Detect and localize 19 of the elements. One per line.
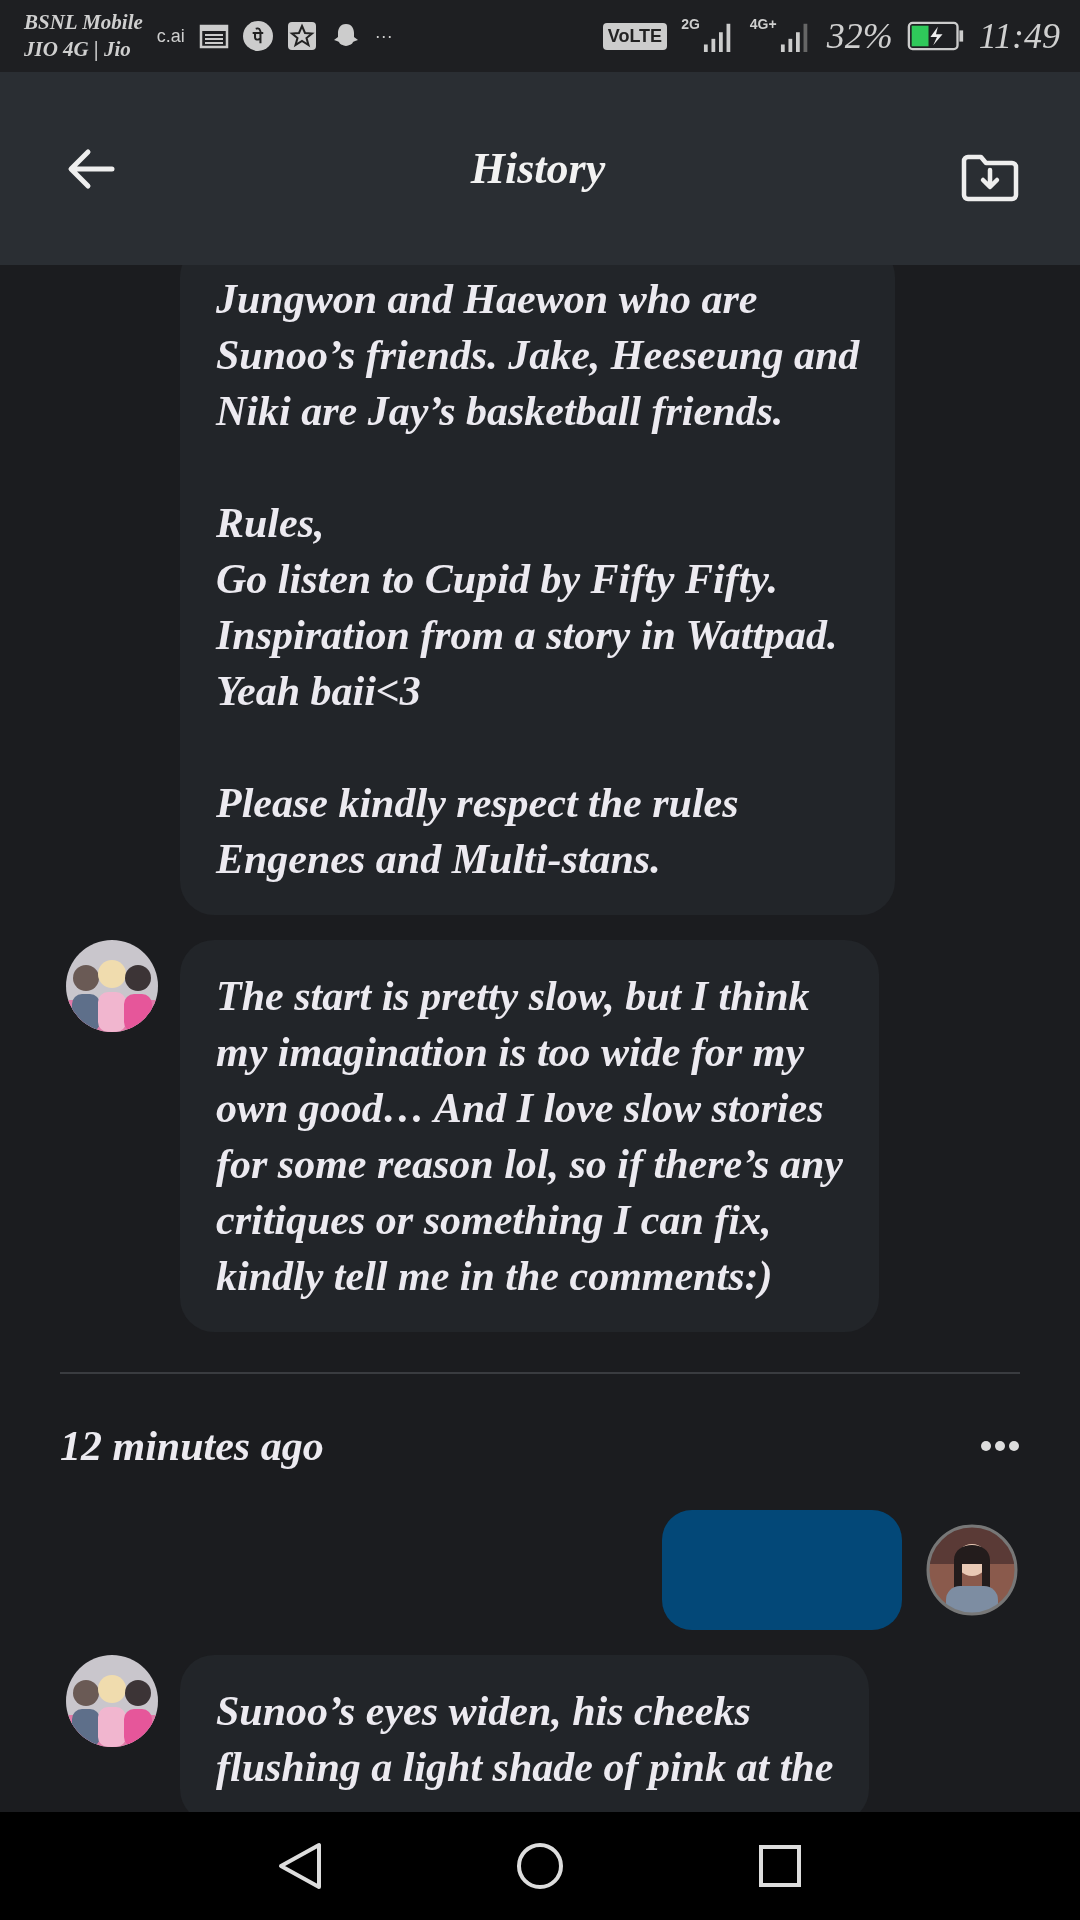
timestamp: 12 minutes ago — [60, 1422, 324, 1470]
back-arrow-icon[interactable] — [66, 146, 116, 191]
network-label: 4G+ — [749, 16, 777, 32]
folder-download-icon[interactable] — [960, 152, 1020, 203]
message-text: Jungwon and Haewon who are Sunoo’s friends. Jake, Heeseung and Niki are Jay’s basketball friends. Rules, Go listen to Cupid by Fifty Fifty. Inspiration from a story in Wattpad. Yeah baii<3 Please kindly respect the rules Engenes and Multi-stans. — [216, 275, 860, 884]
message-text: The start is pretty slow, but I think my imagination is too wide for my own good… And I love slow stories for some reason lol, so if there’s any critiques or something I can fix, kindly tell me in the comments:) — [216, 972, 843, 1301]
battery-percent: 32% — [826, 15, 893, 57]
page-title: History — [470, 143, 606, 194]
app-label: c.ai — [156, 25, 185, 47]
volte-badge: VoLTE — [602, 22, 668, 50]
network-label: 2G — [681, 16, 700, 32]
more-options-icon[interactable] — [980, 1440, 1020, 1452]
clock: 11:49 — [978, 15, 1060, 57]
more-notifications-label: ··· — [374, 25, 393, 47]
carrier-label: BSNL Mobile JIO 4G | Jio — [24, 9, 143, 63]
home-icon[interactable] — [515, 1841, 565, 1891]
payment-app-icon: पे — [242, 21, 273, 51]
message-text: Sunoo’s eyes widen, his cheeks flushing a light shade of pink at the — [216, 1687, 834, 1792]
star-badge-icon — [286, 21, 317, 51]
